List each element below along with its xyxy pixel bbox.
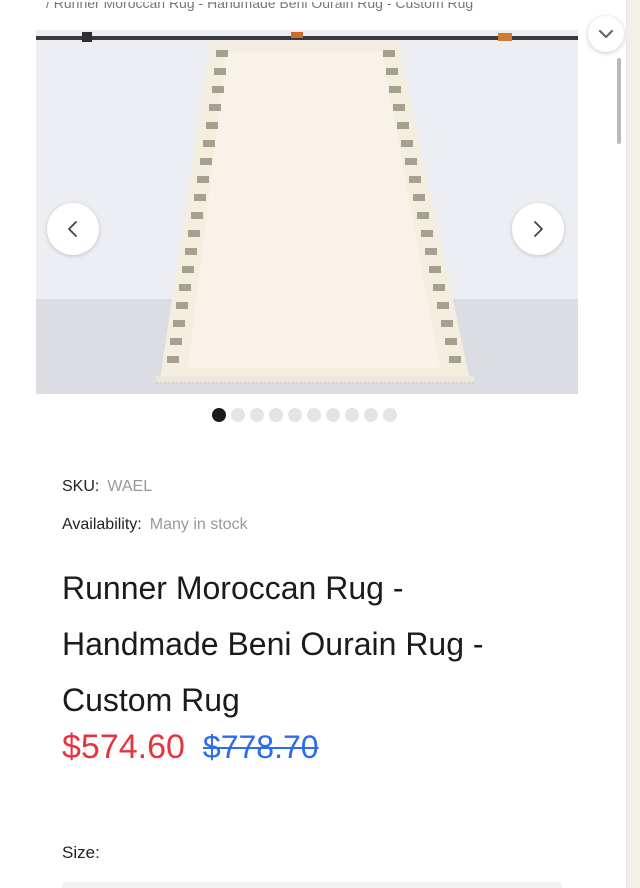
price-row: $574.60 $778.70 [62,728,319,767]
scrollbar[interactable] [617,58,621,144]
product-title: Runner Moroccan Rug - Handmade Beni Oura… [62,570,484,718]
pagination-dot[interactable] [326,408,340,422]
pagination-dot[interactable] [288,408,302,422]
availability-value: Many in stock [149,516,248,533]
chevron-right-icon [534,221,543,237]
sku-row: SKU: WAEL [62,478,152,496]
pagination-dot[interactable] [231,408,245,422]
chevron-left-icon [68,221,77,237]
product-image [36,30,578,394]
collapse-button[interactable] [588,16,624,52]
chevron-down-icon [598,29,614,39]
product-gallery[interactable] [36,30,578,394]
pagination-dot[interactable] [364,408,378,422]
pagination-dot[interactable] [307,408,321,422]
pagination-dot[interactable] [250,408,264,422]
pagination-dot[interactable] [345,408,359,422]
breadcrumb-text[interactable]: / Runner Moroccan Rug - Handmade Beni Ou… [46,2,473,11]
previous-slide-button[interactable] [47,203,99,255]
pagination-dot[interactable] [269,408,283,422]
pagination-dot[interactable] [383,408,397,422]
sku-value: WAEL [107,478,153,495]
original-price: $778.70 [202,729,319,765]
breadcrumb[interactable]: / Runner Moroccan Rug - Handmade Beni Ou… [46,2,473,16]
next-slide-button[interactable] [512,203,564,255]
size-label: Size: [62,843,100,862]
availability-row: Availability: Many in stock [62,516,248,534]
sku-label: SKU: [62,478,100,495]
gallery-pagination [212,408,397,422]
product-panel: / Runner Moroccan Rug - Handmade Beni Ou… [0,0,627,888]
size-selector[interactable] [62,882,562,888]
sale-price: $574.60 [62,728,185,766]
pagination-dot[interactable] [212,408,226,422]
availability-label: Availability: [62,516,142,533]
